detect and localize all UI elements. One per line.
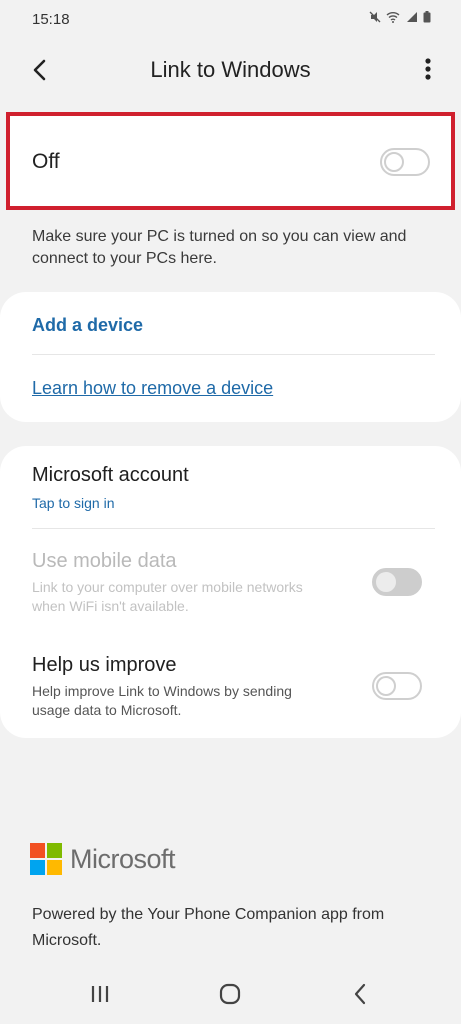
page-title: Link to Windows: [150, 57, 311, 82]
wifi-icon: [386, 12, 400, 23]
help-improve-title: Help us improve: [32, 654, 177, 676]
recents-icon: [91, 986, 109, 1002]
microsoft-logo-icon: [30, 843, 62, 875]
master-switch-row[interactable]: Off: [6, 112, 455, 210]
master-toggle[interactable]: [380, 148, 430, 176]
status-time: 15:18: [32, 11, 70, 28]
status-bar: 15:18: [0, 0, 461, 40]
logo-square-green: [47, 843, 62, 858]
divider: [32, 528, 435, 529]
mobile-data-subtitle: Link to your computer over mobile networ…: [32, 579, 303, 614]
logo-square-yellow: [47, 860, 62, 875]
recents-button[interactable]: [80, 978, 120, 1010]
home-button[interactable]: [210, 978, 250, 1010]
add-device-link[interactable]: Add a device: [32, 315, 143, 336]
signal-icon: [406, 12, 417, 22]
status-icons: [369, 11, 431, 26]
master-switch-label: Off: [32, 150, 60, 173]
use-mobile-data-row: Use mobile data Link to your computer ov…: [0, 536, 461, 636]
microsoft-wordmark: Microsoft: [70, 844, 176, 874]
toggle-knob: [376, 676, 396, 696]
powered-by-text: Powered by the Your Phone Companion app …: [32, 906, 385, 949]
account-subtitle: Tap to sign in: [32, 495, 115, 511]
help-improve-toggle[interactable]: [372, 672, 422, 700]
divider: [32, 354, 435, 355]
devices-card: Add a device Learn how to remove a devic…: [0, 292, 461, 422]
toggle-knob: [384, 152, 404, 172]
help-improve-subtitle: Help improve Link to Windows by sending …: [32, 683, 292, 718]
learn-remove-device-link[interactable]: Learn how to remove a device: [32, 378, 273, 399]
toggle-knob: [376, 572, 396, 592]
help-improve-row[interactable]: Help us improve Help improve Link to Win…: [0, 644, 461, 738]
more-options-button[interactable]: [421, 54, 435, 84]
logo-square-blue: [30, 860, 45, 875]
mute-icon: [369, 11, 381, 23]
back-icon: [354, 983, 366, 1005]
settings-card: Microsoft account Tap to sign in Use mob…: [0, 446, 461, 738]
microsoft-account-row[interactable]: Microsoft account Tap to sign in: [0, 446, 461, 528]
hint-text: Make sure your PC is turned on so you ca…: [32, 228, 407, 267]
account-title: Microsoft account: [32, 464, 189, 486]
home-icon: [219, 983, 241, 1005]
nav-back-button[interactable]: [340, 978, 380, 1010]
mobile-data-title: Use mobile data: [32, 550, 177, 572]
navigation-bar: [0, 964, 461, 1024]
battery-icon: [423, 11, 431, 23]
app-bar: Link to Windows: [0, 40, 461, 100]
mobile-data-toggle: [372, 568, 422, 596]
logo-square-red: [30, 843, 45, 858]
more-vertical-icon: [425, 58, 431, 80]
